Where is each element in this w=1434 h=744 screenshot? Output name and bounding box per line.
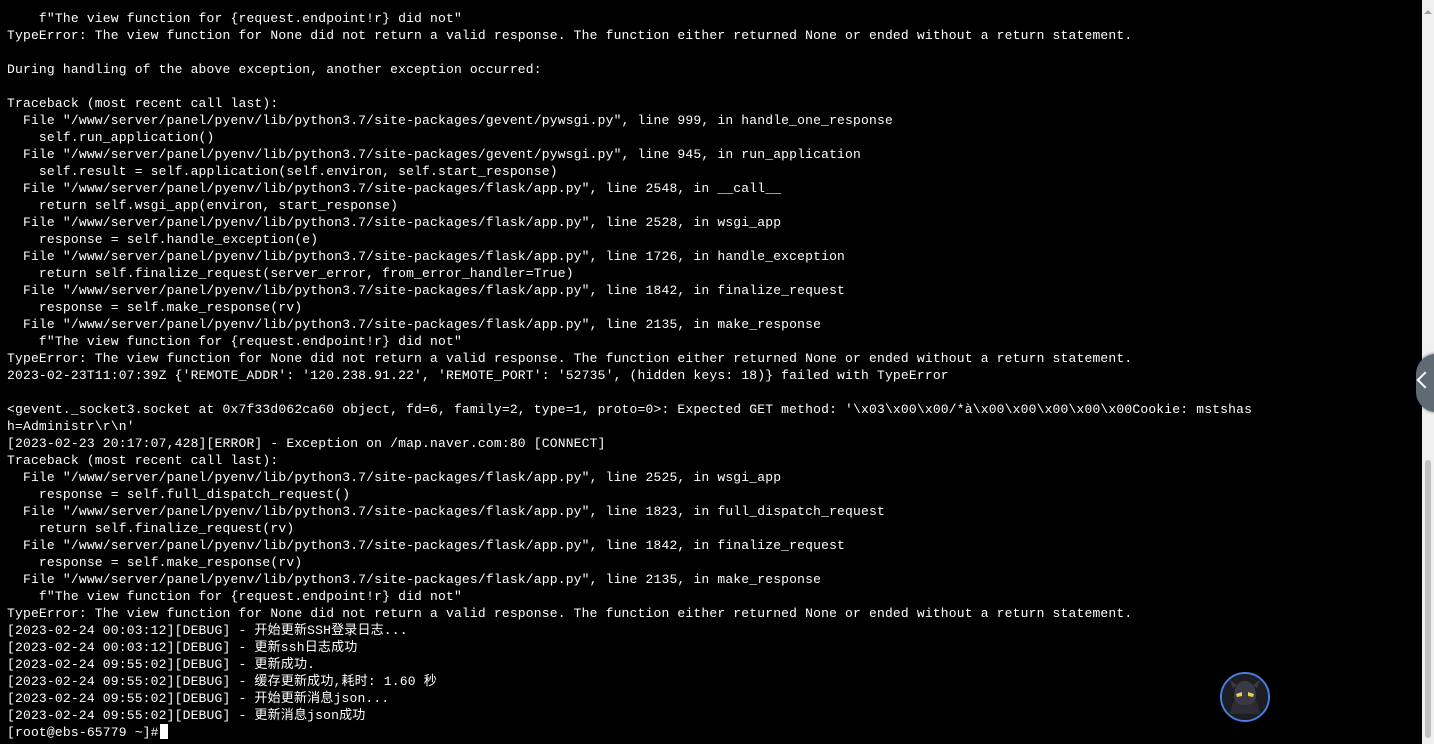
text-cursor — [159, 724, 168, 739]
terminal-line: File "/www/server/panel/pyenv/lib/python… — [7, 538, 846, 553]
terminal-line: File "/www/server/panel/pyenv/lib/python… — [7, 504, 885, 519]
terminal-line: TypeError: The view function for None di… — [7, 351, 1133, 366]
terminal-line: [2023-02-24 09:55:02][DEBUG] - 更新消息json成… — [7, 708, 366, 723]
terminal-line: File "/www/server/panel/pyenv/lib/python… — [7, 317, 822, 332]
terminal-line: [2023-02-24 00:03:12][DEBUG] - 更新ssh日志成功 — [7, 640, 358, 655]
terminal-line: [2023-02-24 09:55:02][DEBUG] - 开始更新消息jso… — [7, 691, 390, 706]
terminal-line: <gevent._socket3.socket at 0x7f33d062ca6… — [7, 402, 1253, 417]
terminal-line: f"The view function for {request.endpoin… — [7, 334, 462, 349]
terminal-line: response = self.handle_exception(e) — [7, 232, 319, 247]
terminal-output: f"The view function for {request.endpoin… — [7, 10, 1252, 741]
terminal-line: f"The view function for {request.endpoin… — [7, 11, 462, 26]
user-avatar-icon — [1222, 674, 1268, 720]
terminal-line: return self.wsgi_app(environ, start_resp… — [7, 198, 399, 213]
shell-prompt: [root@ebs-65779 ~]# — [7, 725, 159, 740]
chevron-left-icon — [1416, 371, 1434, 389]
terminal-line: Traceback (most recent call last): — [7, 96, 279, 111]
terminal-line: return self.finalize_request(rv) — [7, 521, 295, 536]
terminal-line: File "/www/server/panel/pyenv/lib/python… — [7, 283, 846, 298]
side-panel-toggle-button[interactable] — [1416, 354, 1434, 412]
terminal-line: File "/www/server/panel/pyenv/lib/python… — [7, 249, 846, 264]
scroll-up-arrow-icon[interactable] — [1424, 10, 1432, 14]
terminal-line: [2023-02-24 00:03:12][DEBUG] - 开始更新SSH登录… — [7, 623, 408, 638]
scroll-thumb[interactable] — [1425, 460, 1431, 738]
terminal-line: self.result = self.application(self.envi… — [7, 164, 558, 179]
terminal-line: [2023-02-24 09:55:02][DEBUG] - 更新成功. — [7, 657, 316, 672]
terminal-line: TypeError: The view function for None di… — [7, 606, 1133, 621]
terminal-line: File "/www/server/panel/pyenv/lib/python… — [7, 147, 861, 162]
terminal-line: self.run_application() — [7, 130, 215, 145]
prompt-line[interactable]: [root@ebs-65779 ~]# — [7, 724, 1252, 741]
terminal-line: return self.finalize_request(server_erro… — [7, 266, 574, 281]
terminal-line: [2023-02-24 09:55:02][DEBUG] - 缓存更新成功,耗时… — [7, 674, 437, 689]
terminal-line: TypeError: The view function for None di… — [7, 28, 1133, 43]
avatar[interactable] — [1220, 672, 1270, 722]
terminal-line: File "/www/server/panel/pyenv/lib/python… — [7, 215, 782, 230]
terminal-line: f"The view function for {request.endpoin… — [7, 589, 462, 604]
terminal-line: During handling of the above exception, … — [7, 62, 542, 77]
terminal-line: File "/www/server/panel/pyenv/lib/python… — [7, 470, 782, 485]
terminal-line: response = self.make_response(rv) — [7, 300, 303, 315]
terminal-line: [2023-02-23 20:17:07,428][ERROR] - Excep… — [7, 436, 606, 451]
terminal-window[interactable]: f"The view function for {request.endpoin… — [0, 0, 1422, 744]
terminal-line: response = self.full_dispatch_request() — [7, 487, 351, 502]
terminal-line: File "/www/server/panel/pyenv/lib/python… — [7, 181, 782, 196]
terminal-line: response = self.make_response(rv) — [7, 555, 303, 570]
terminal-line: File "/www/server/panel/pyenv/lib/python… — [7, 572, 822, 587]
terminal-line: File "/www/server/panel/pyenv/lib/python… — [7, 113, 893, 128]
terminal-line: 2023-02-23T11:07:39Z {'REMOTE_ADDR': '12… — [7, 368, 949, 383]
terminal-line: Traceback (most recent call last): — [7, 453, 279, 468]
terminal-line: h=Administr\r\n' — [7, 419, 135, 434]
